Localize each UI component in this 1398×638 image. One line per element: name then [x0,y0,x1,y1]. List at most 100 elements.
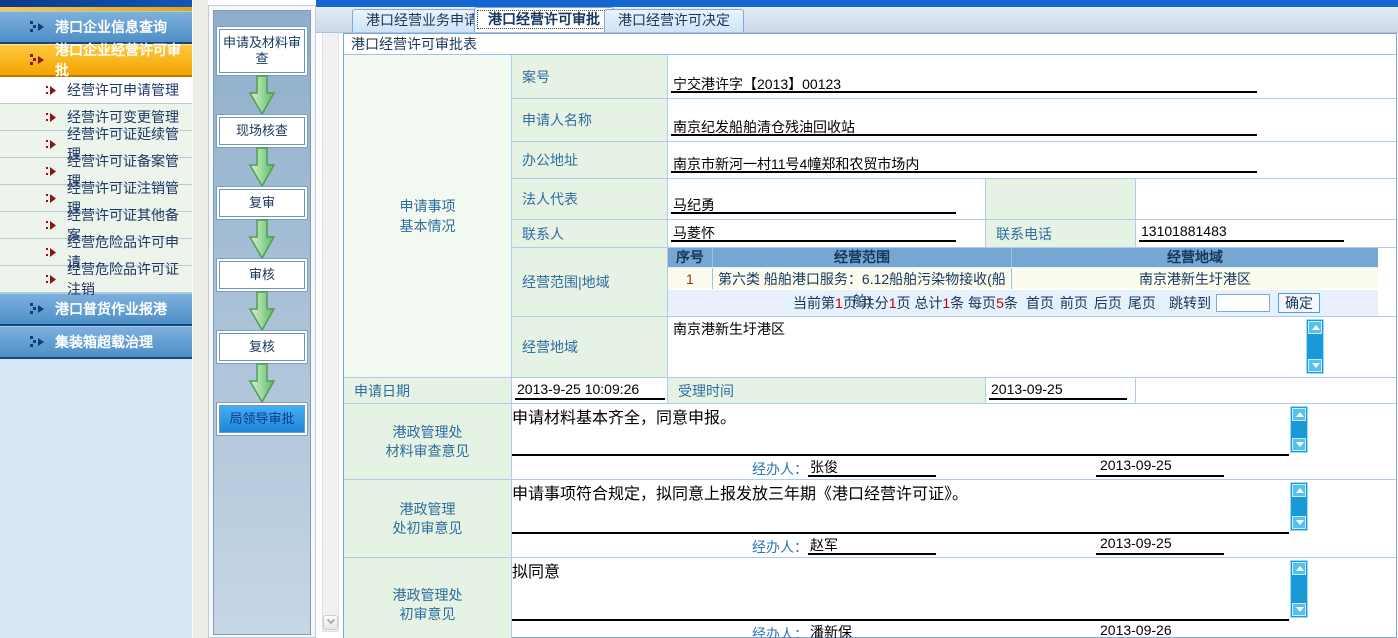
handler-date-field[interactable]: 2013-09-25 [1096,535,1224,555]
scroll-down-icon[interactable] [1292,603,1306,616]
business-area-label: 经营地域 [512,317,668,378]
submenu-arrow-icon [46,113,57,122]
submenu-arrow-icon [46,275,57,284]
handler-label: 经办人： [752,537,808,557]
handler-name-field[interactable]: 潘新保 [808,622,936,638]
contact-phone-label: 联系电话 [986,220,1136,248]
scroll-up-icon[interactable] [1292,484,1306,497]
form-grid: 申请事项基本情况 案号 宁交港许字【2013】00123 申请人名称 南京纪发船… [344,55,1396,638]
sidebar-item-label: 港口普货作业报港 [55,299,167,319]
approval-form: 港口经营许可审批表 申请事项基本情况 案号 宁交港许字【2013】00123 申… [343,33,1397,638]
handler-label: 经办人： [752,624,808,638]
applicant-label: 申请人名称 [512,99,668,142]
contact-phone-cell: 13101881483 [1136,220,1396,248]
handler-date-field[interactable]: 2013-09-25 [1096,457,1224,477]
pagination-bar: 当前第1页 共分1页 总计1条 每页5条 首页 前页 后页 尾页 跳转到 确定 [668,289,1378,316]
scroll-down-icon[interactable] [1308,359,1322,372]
pagination-text: 页 总计 [896,293,942,313]
contact-field[interactable]: 马菱怀 [671,223,956,242]
first-page-link[interactable]: 首页 [1026,293,1054,313]
workflow-step-re-review[interactable]: 复审 [219,189,305,217]
apply-date-label: 申请日期 [344,378,512,404]
submenu-arrow-icon [46,140,57,149]
page-size: 5 [996,295,1004,311]
sidebar-subitem-dangerous-goods-cancel[interactable]: 经营危险品许可证注销 [0,266,192,293]
opinion3-textarea[interactable]: 拟同意 [512,558,1396,621]
office-address-field[interactable]: 南京市新河一村11号4幢郑和农贸市场内 [671,154,1257,173]
next-page-link[interactable]: 后页 [1094,293,1122,313]
tab-license-decision[interactable]: 港口经营许可决定 [604,9,744,32]
jump-page-input[interactable] [1216,294,1270,312]
legal-rep-cell: 马纪勇 [668,179,986,220]
prev-page-link[interactable]: 前页 [1060,293,1088,313]
group-label-basic-info: 申请事项基本情况 [344,55,512,378]
case-no-field[interactable]: 宁交港许字【2013】00123 [671,74,1257,93]
workflow-step-audit[interactable]: 审核 [219,261,305,289]
cell-seq: 1 [668,268,713,289]
textarea-scrollbar[interactable] [1290,482,1308,531]
jump-confirm-button[interactable]: 确定 [1278,293,1320,313]
sidebar-subitem-label: 经营许可申请管理 [67,80,179,100]
empty-cell [1136,378,1396,404]
col-header-seq: 序号 [668,248,713,267]
flow-arrow-icon [248,73,276,117]
workflow-step-leader-approval[interactable]: 局领导审批 [219,405,305,433]
sidebar-item-label: 集装箱超载治理 [55,332,153,352]
scope-table-cell: 序号 经营范围 经营地域 1 第六类 船舶港口服务：6.12船舶污染物接收(船舶… [668,248,1396,317]
page-count: 1 [889,295,897,311]
textarea-scrollbar[interactable] [1290,406,1308,453]
scroll-down-icon[interactable] [323,615,338,630]
sidebar-banner-strip [0,0,192,11]
menu-arrow-icon [30,21,45,33]
office-address-cell: 南京市新河一村11号4幢郑和农贸市场内 [668,142,1396,179]
sidebar-item-container-overload[interactable]: 集装箱超载治理 [0,326,192,359]
accept-time-field[interactable]: 2013-09-25 [989,381,1127,400]
scroll-up-icon[interactable] [1292,562,1306,575]
accept-time-cell: 2013-09-25 [986,378,1136,404]
handler-name-field[interactable]: 赵军 [808,535,936,555]
applicant-field[interactable]: 南京纪发船舶清仓残油回收站 [671,117,1257,136]
apply-date-field[interactable]: 2013-9-25 10:09:26 [515,381,665,400]
tab-license-approval[interactable]: 港口经营许可审批 [474,7,614,32]
submenu-arrow-icon [46,167,57,176]
legal-rep-field[interactable]: 马纪勇 [671,195,956,214]
tab-strip: 港口经营业务申请表 港口经营许可审批 港口经营许可决定 [316,7,1398,33]
sidebar-subitem-license-apply-mgmt[interactable]: 经营许可申请管理 [0,77,192,104]
textarea-scrollbar[interactable] [1306,319,1324,374]
splitter-strip[interactable] [192,0,208,638]
workflow-step-site-check[interactable]: 现场核查 [219,117,305,145]
accept-time-label: 受理时间 [668,378,986,404]
office-address-label: 办公地址 [512,142,668,179]
col-header-scope: 经营范围 [713,248,1012,267]
contact-phone-field[interactable]: 13101881483 [1139,223,1344,242]
form-title: 港口经营许可审批表 [344,34,1396,55]
table-row[interactable]: 1 第六类 船舶港口服务：6.12船舶污染物接收(船舶) 南京港新生圩港区 [668,267,1378,289]
workflow-step-recheck[interactable]: 复核 [219,333,305,361]
flow-arrow-icon [248,217,276,261]
business-area-textarea[interactable]: 南京港新生圩港区 [668,317,1396,378]
sidebar: 港口企业信息查询 港口企业经营许可审批 经营许可申请管理 经营许可变更管理 经营… [0,0,192,638]
last-page-link[interactable]: 尾页 [1128,293,1156,313]
handler-name-field[interactable]: 张俊 [808,457,936,477]
sidebar-item-port-enterprise-license-approval[interactable]: 港口企业经营许可审批 [0,44,192,77]
cell-area: 南京港新生圩港区 [1012,268,1378,289]
opinion1-textarea[interactable]: 申请材料基本齐全，同意申报。 [512,404,1396,456]
textarea-scrollbar[interactable] [1290,560,1308,618]
main-scrollbar[interactable] [322,8,339,632]
scroll-up-icon[interactable] [1308,321,1322,334]
applicant-cell: 南京纪发船舶清仓残油回收站 [668,99,1396,142]
top-blue-bar [316,0,1398,7]
case-no-label: 案号 [512,55,668,99]
opinion2-text: 申请事项符合规定，拟同意上报发放三年期《港口经营许可证》。 [512,486,968,503]
handler-date-field[interactable]: 2013-09-26 [1096,622,1224,638]
sidebar-subitem-label: 经营危险品许可证注销 [67,259,192,299]
flow-arrow-icon [248,145,276,189]
opinion2-signature-row: 经办人： 赵军 2013-09-25 [512,534,1396,557]
opinion1-text: 申请材料基本齐全，同意申报。 [512,410,736,427]
workflow-step-material-review[interactable]: 申请及材料审查 [219,29,305,73]
scroll-up-icon[interactable] [1292,408,1306,421]
scroll-down-icon[interactable] [1292,516,1306,529]
opinion2-textarea[interactable]: 申请事项符合规定，拟同意上报发放三年期《港口经营许可证》。 [512,480,1396,534]
opinion2-label: 港政管理处初审意见 [344,480,512,558]
scroll-down-icon[interactable] [1292,438,1306,451]
